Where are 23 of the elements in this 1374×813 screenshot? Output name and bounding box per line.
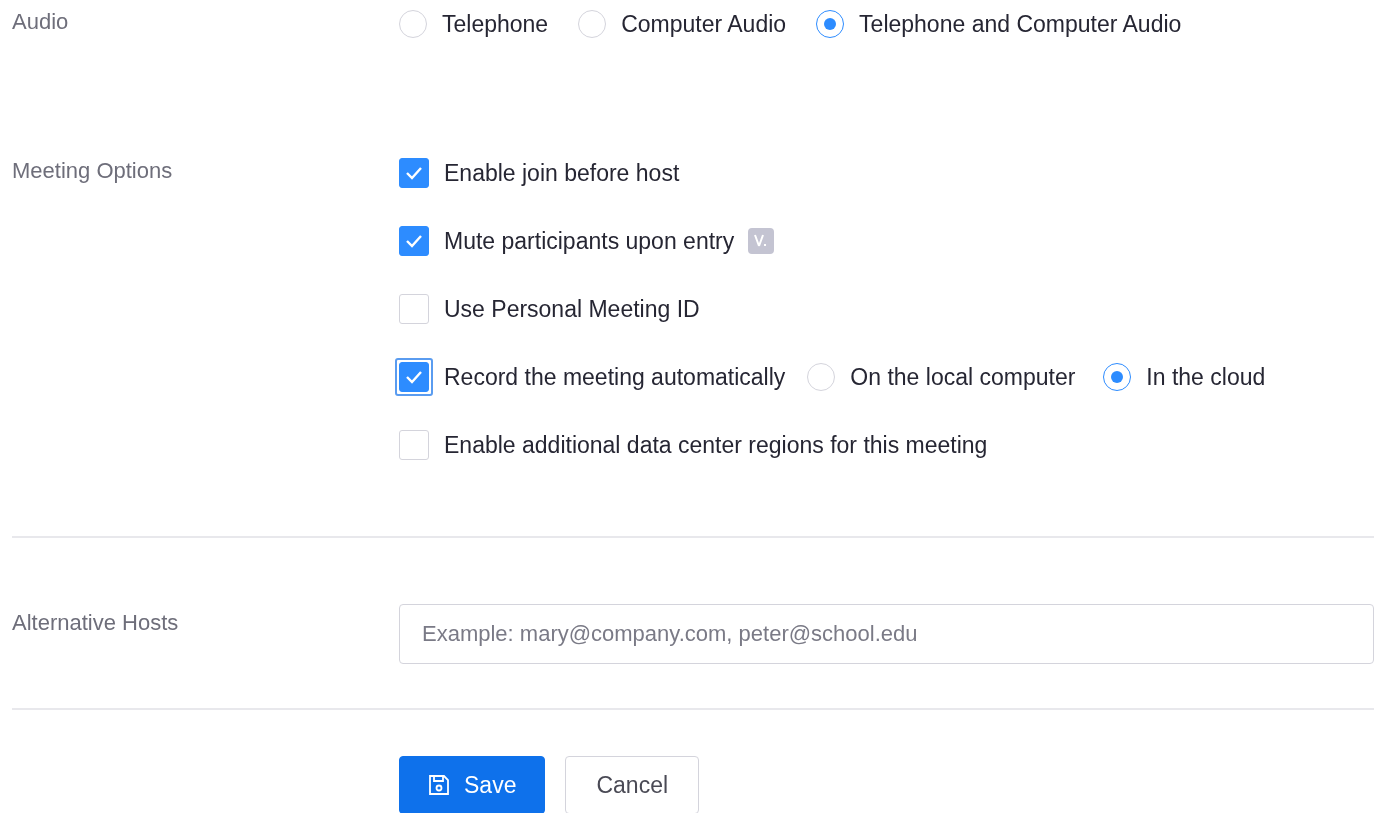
option-label: Use Personal Meeting ID xyxy=(444,295,700,323)
option-label: Enable additional data center regions for this meeting xyxy=(444,431,988,459)
checkbox[interactable] xyxy=(399,226,429,256)
option-label: On the local computer xyxy=(850,363,1076,391)
option-label: Mute participants upon entry xyxy=(444,227,735,255)
check-icon xyxy=(405,370,423,384)
info-icon[interactable] xyxy=(748,228,775,254)
checkbox[interactable] xyxy=(399,158,429,188)
option-label: Computer Audio xyxy=(621,10,787,38)
save-icon xyxy=(428,774,450,796)
check-icon xyxy=(405,234,423,248)
save-button[interactable]: Save xyxy=(399,756,546,813)
field-label: Alternative Hosts xyxy=(12,610,180,636)
check-icon xyxy=(405,166,423,180)
option-label: In the cloud xyxy=(1146,363,1266,391)
field-label: Meeting Options xyxy=(12,158,174,185)
input-field[interactable]: Example: mary@company.com, peter@school.edu xyxy=(399,604,1374,664)
option-label: Enable join before host xyxy=(444,159,680,187)
field-label: Audio xyxy=(12,9,70,36)
option-label: Record the meeting automatically xyxy=(444,363,786,391)
cancel-button[interactable]: Cancel xyxy=(565,756,700,813)
option-label: Telephone xyxy=(442,10,549,38)
option-label: Telephone and Computer Audio xyxy=(859,10,1182,38)
